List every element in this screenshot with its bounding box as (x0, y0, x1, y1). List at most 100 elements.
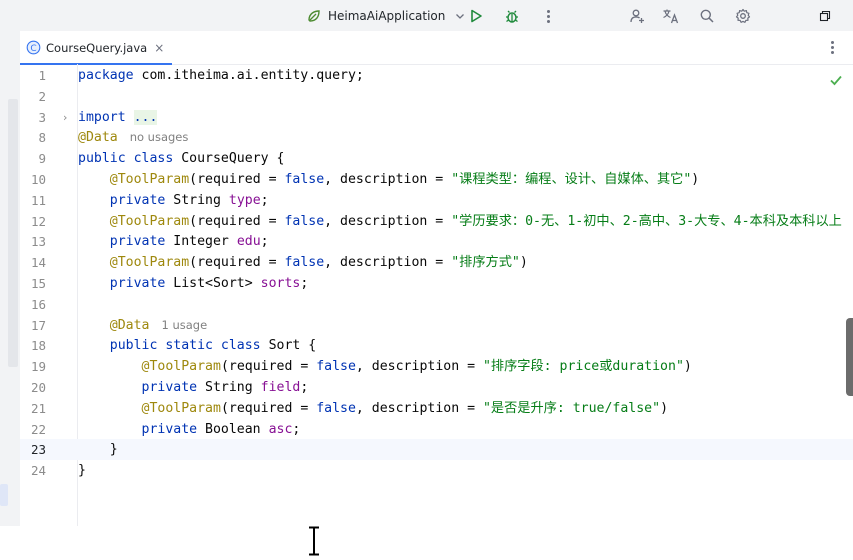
line-number[interactable]: 9 (20, 148, 46, 169)
translate-icon[interactable] (661, 6, 681, 26)
code-token: "排序方式" (451, 255, 520, 271)
more-icon[interactable] (538, 6, 558, 26)
code-line[interactable]: 23 } (20, 439, 853, 461)
line-number[interactable]: 23 (20, 439, 46, 460)
line-number[interactable]: 3 (20, 107, 46, 128)
code-text[interactable]: import ... (78, 107, 158, 128)
chevron-down-icon (455, 11, 465, 21)
code-text[interactable]: public class CourseQuery { (78, 148, 284, 169)
line-number[interactable]: 24 (20, 460, 46, 481)
line-number[interactable]: 15 (20, 273, 46, 294)
line-number[interactable]: 8 (20, 127, 46, 148)
selected-tool-indicator (0, 484, 8, 506)
code-line[interactable]: 9 public class CourseQuery { (20, 148, 853, 169)
code-text[interactable]: private Integer edu; (78, 231, 269, 252)
code-line[interactable]: 2 (20, 86, 853, 107)
run-config-selector[interactable]: HeimaAiApplication (306, 6, 465, 26)
line-number[interactable]: 17 (20, 315, 46, 336)
code-line[interactable]: 12 @ToolParam(required = false, descript… (20, 211, 853, 232)
tab-coursequery-java[interactable]: C CourseQuery.java × (20, 31, 173, 65)
code-line[interactable]: 14 @ToolParam(required = false, descript… (20, 252, 853, 273)
code-line[interactable]: 11 private String type; (20, 190, 853, 211)
code-line[interactable]: 16 (20, 294, 853, 315)
usage-hint[interactable]: no usages (130, 130, 189, 144)
line-number[interactable]: 11 (20, 190, 46, 211)
tab-close-icon[interactable]: × (154, 41, 164, 55)
code-token: asc (268, 421, 293, 437)
code-token: ; (260, 234, 269, 250)
restore-window-icon[interactable] (815, 6, 835, 26)
line-number[interactable]: 13 (20, 231, 46, 252)
text-cursor-icon (306, 525, 322, 560)
code-line[interactable]: 8 @Data no usages (20, 127, 853, 148)
search-icon[interactable] (697, 6, 717, 26)
title-bar: HeimaAiApplication (0, 0, 853, 31)
code-line[interactable]: 13 private Integer edu; (20, 231, 853, 252)
line-number[interactable]: 14 (20, 252, 46, 273)
code-text[interactable]: } (78, 439, 118, 460)
code-line[interactable]: 19 @ToolParam(required = false, descript… (20, 356, 853, 377)
code-text[interactable]: @ToolParam(required = false, description… (78, 252, 528, 273)
code-text[interactable]: private List<Sort> sorts; (78, 273, 309, 294)
vertical-scrollbar-thumb[interactable] (846, 318, 853, 396)
code-line[interactable]: 10 @ToolParam(required = false, descript… (20, 169, 853, 190)
code-token: ... (133, 109, 158, 125)
line-number[interactable]: 22 (20, 419, 46, 440)
code-text[interactable]: @ToolParam(required = false, description… (78, 356, 692, 377)
code-line[interactable]: 21 @ToolParam(required = false, descript… (20, 398, 853, 419)
usage-hint[interactable]: 1 usage (161, 318, 207, 332)
code-token: ) (691, 172, 700, 187)
tab-actions-more-icon[interactable] (825, 38, 839, 56)
code-token: ) (519, 255, 528, 271)
line-number[interactable]: 21 (20, 398, 46, 419)
code-editor[interactable]: 1 package com.itheima.ai.entity.query; 2 3 ›… (20, 64, 853, 557)
code-line[interactable]: 17 @Data 1 usage (20, 315, 853, 336)
code-line[interactable]: 15 private List<Sort> sorts; (20, 273, 853, 294)
code-token: (required = (189, 255, 285, 271)
code-token: type (228, 192, 261, 208)
code-line[interactable]: 24} (20, 460, 853, 481)
add-user-icon[interactable] (627, 6, 647, 26)
code-text[interactable]: } (78, 460, 86, 481)
code-line[interactable]: 20 private String field; (20, 377, 853, 398)
code-line[interactable]: 3 › import ... (20, 107, 853, 128)
code-token: @ToolParam (141, 400, 221, 416)
line-number[interactable]: 19 (20, 356, 46, 377)
code-text[interactable]: @Data 1 usage (78, 315, 207, 336)
run-icon[interactable] (466, 6, 486, 26)
code-text[interactable]: @ToolParam(required = false, description… (78, 211, 842, 232)
line-number[interactable]: 1 (20, 65, 46, 86)
inspection-ok-icon[interactable] (829, 72, 843, 91)
code-token: , description = (324, 172, 452, 187)
project-panel-edge[interactable] (8, 99, 18, 367)
fold-expand-icon[interactable]: › (63, 111, 67, 124)
code-text[interactable]: private String field; (78, 377, 309, 398)
code-text[interactable]: @Data no usages (78, 127, 188, 148)
line-number[interactable]: 18 (20, 335, 46, 356)
line-number[interactable]: 10 (20, 169, 46, 190)
code-token: } (78, 442, 118, 458)
code-token: public class (78, 151, 174, 167)
code-text[interactable]: @ToolParam(required = false, description… (78, 169, 699, 190)
code-text[interactable]: public static class Sort { (78, 335, 316, 356)
code-text[interactable]: private String type; (78, 190, 269, 211)
line-number[interactable]: 12 (20, 211, 46, 232)
line-number[interactable]: 20 (20, 377, 46, 398)
gear-icon[interactable] (733, 6, 753, 26)
code-token: @ToolParam (109, 172, 190, 187)
code-line[interactable]: 18 public static class Sort { (20, 335, 853, 356)
code-text[interactable]: @ToolParam(required = false, description… (78, 398, 668, 419)
code-text[interactable]: private Boolean asc; (78, 419, 301, 440)
line-number[interactable]: 2 (20, 86, 46, 107)
line-number[interactable]: 16 (20, 294, 46, 315)
debug-icon[interactable] (502, 6, 522, 26)
code-token: , description = (355, 400, 483, 416)
code-text[interactable]: package com.itheima.ai.entity.query; (78, 65, 364, 86)
code-token: , description = (324, 213, 452, 229)
code-line[interactable]: 1 package com.itheima.ai.entity.query; (20, 65, 853, 86)
code-token: ; (292, 421, 301, 437)
code-line[interactable]: 22 private Boolean asc; (20, 419, 853, 440)
